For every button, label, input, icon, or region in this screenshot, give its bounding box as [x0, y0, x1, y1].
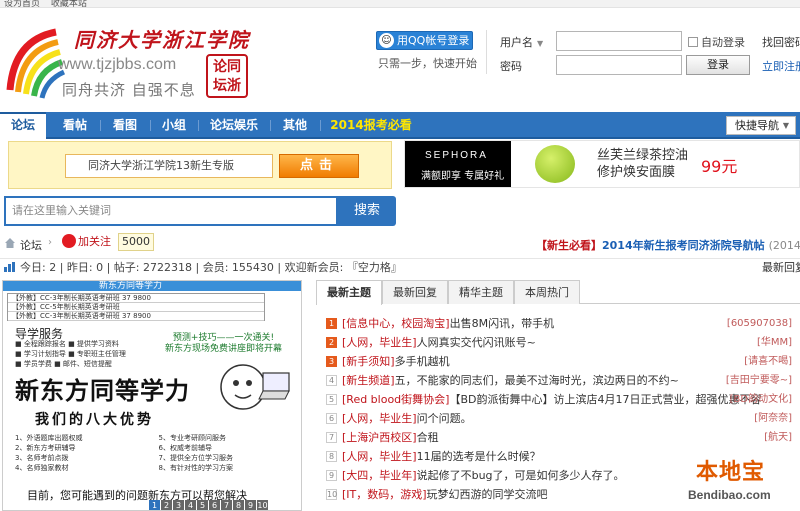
list-item[interactable]: 5 [Red blood街舞协会]【BD韵派街舞中心】访上滨店4月17日正式营业… [322, 390, 800, 409]
password-input[interactable] [556, 55, 682, 75]
slide-page-2[interactable]: 2 [161, 500, 172, 510]
qq-penguin-icon: ☺ [379, 33, 394, 48]
latest-replies-link[interactable]: 最新回复 [762, 259, 800, 276]
nav-item-threads[interactable]: 看帖 [52, 112, 98, 139]
username-input[interactable] [556, 31, 682, 51]
forum-seal-stamp: 论同 坛浙 [206, 54, 248, 98]
sephora-ad-banner[interactable]: SEPHORA 满额即享 专属好礼 丝芙兰绿茶控油修护焕安面膜 99元 [404, 140, 800, 188]
add-favorite-link[interactable]: 收藏本站 [51, 0, 87, 7]
set-homepage-link[interactable]: 设为首页 [4, 0, 40, 7]
slide-page-10[interactable]: 10 [257, 500, 268, 510]
login-divider [486, 30, 487, 74]
auto-login-checkbox[interactable]: 自动登录 [688, 34, 745, 50]
list-item[interactable]: 2 [人网，毕业生]人网真实交代闪讯账号~ [华MM] [322, 333, 800, 352]
nav-item-admission-guide[interactable]: 2014报考必看 [324, 112, 418, 139]
slide-pager: 1 2 3 4 5 6 7 8 9 10 [149, 497, 269, 510]
tab-digest-threads[interactable]: 精华主题 [448, 280, 514, 304]
ad-slideshow[interactable]: 新东方同等学力 【外教】CC-3年制长期英语考研班 37 9800 【外教】CC… [2, 280, 302, 511]
follow-count-badge: 5000 [118, 233, 154, 251]
password-label: 密码 [500, 60, 522, 73]
tab-weekly-hot[interactable]: 本周热门 [514, 280, 580, 304]
chevron-down-icon: ▼ [537, 39, 544, 48]
login-button[interactable]: 登录 [686, 55, 750, 75]
stats-posts: 帖子: 2722318 [113, 261, 193, 274]
top-utility-bar: 设为首页 收藏本站 [0, 0, 800, 8]
list-item[interactable]: 7 [上海沪西校区]合租 [航天] [322, 428, 800, 447]
ad-price: 99元 [701, 157, 738, 176]
list-item[interactable]: 3 [新手须知]多手机越机 [请喜不喝] [322, 352, 800, 371]
slide-advantage-title: 我们的八大优势 [35, 412, 154, 428]
tab-latest-replies[interactable]: 最新回复 [382, 280, 448, 304]
slide-page-5[interactable]: 5 [197, 500, 208, 510]
username-label-dropdown[interactable]: 用户名 ▼ [500, 34, 543, 50]
ad-product-text: 丝芙兰绿茶控油修护焕安面膜 [597, 148, 689, 180]
site-title: 同济大学浙江学院 [74, 28, 250, 52]
slide-page-4[interactable]: 4 [185, 500, 196, 510]
find-password-link[interactable]: 找回密码 [762, 34, 800, 50]
slide-promo: 预测+技巧——一次通关! 新东方现场免费讲座即将开幕 [165, 333, 283, 354]
thread-tabs: 最新主题 最新回复 精华主题 本周热门 [316, 280, 800, 305]
chevron-down-icon: ▼ [782, 121, 789, 130]
home-icon[interactable] [4, 237, 16, 249]
nav-item-entertainment[interactable]: 论坛娱乐 [200, 112, 268, 139]
quick-nav-dropdown[interactable]: 快捷导航 ▼ [726, 116, 796, 135]
cartoon-mascot-icon [220, 364, 290, 410]
slide-course-table: 【外教】CC-3年制长期英语考研班 37 9800 【外教】CC-5年制长期英语… [7, 293, 265, 321]
site-url: www.tjzjbbs.com [58, 56, 177, 73]
freshman-banner-button[interactable]: 点击 [279, 154, 359, 178]
site-logo[interactable]: 同济大学浙江学院 www.tjzjbbs.com 同舟共济 自强不息 论同 坛浙 [4, 16, 254, 106]
slide-page-9[interactable]: 9 [245, 500, 256, 510]
stats-today: 今日: 2 [20, 261, 57, 274]
list-item[interactable]: 4 [新生频道]五，不能家的同志们，最美不过海时光，滨边两日的不约~ [吉田宁要… [322, 371, 800, 390]
weibo-icon [62, 234, 76, 248]
breadcrumb-arrow-icon: › [48, 237, 52, 248]
slide-advantages: 1、外语题库出题权威 2、新东方考研辅导 3、名师考前点拨 4、名师独家教材 5… [15, 434, 233, 472]
tab-latest-threads[interactable]: 最新主题 [316, 280, 382, 305]
nav-item-forum[interactable]: 论坛 [0, 112, 46, 139]
slide-big-title: 新东方同等学力 [15, 376, 190, 405]
list-item[interactable]: 6 [人网，毕业生]问个问题。 [阿奈奈] [322, 409, 800, 428]
freshman-banner-text: 同济大学浙江学院13新生专版 [65, 154, 273, 178]
stats-welcome: 欢迎新会员: 『空力格』 [284, 261, 402, 274]
stats-chart-icon [4, 262, 15, 272]
forum-stats-bar: 今日: 2 | 昨日: 0 | 帖子: 2722318 | 会员: 155430… [0, 258, 800, 276]
slide-page-1[interactable]: 1 [149, 500, 160, 510]
list-item[interactable]: 1 [信息中心，校园淘宝]出售8M闪讯，带手机 [605907038] [322, 314, 800, 333]
sephora-logo: SEPHORA 满额即享 专属好礼 [405, 141, 511, 187]
search-input[interactable]: 请在这里输入关键词 [4, 196, 338, 226]
one-step-hint: 只需一步，快速开始 [378, 57, 477, 70]
nav-item-groups[interactable]: 小组 [152, 112, 196, 139]
nav-item-other[interactable]: 其他 [272, 112, 318, 139]
slide-page-8[interactable]: 8 [233, 500, 244, 510]
slide-services: ■ 全程跟踪报名 ■ 提供学习资料 ■ 学习计划指导 ■ 专职班主任管理 ■ 学… [15, 340, 126, 368]
weibo-follow-button[interactable]: 加关注 [62, 233, 111, 251]
slide-header: 新东方同等学力 [3, 281, 301, 291]
stats-members: 会员: 155430 [202, 261, 274, 274]
nav-item-pictures[interactable]: 看图 [102, 112, 148, 139]
slide-page-7[interactable]: 7 [221, 500, 232, 510]
checkbox-icon [688, 37, 698, 47]
qq-login-button[interactable]: ☺ 用QQ帐号登录 [376, 31, 473, 50]
site-slogan: 同舟共济 自强不息 [62, 81, 196, 99]
green-tea-product-icon [535, 145, 575, 183]
slide-page-6[interactable]: 6 [209, 500, 220, 510]
breadcrumb-forum[interactable]: 论坛 [20, 237, 42, 253]
main-nav: 论坛 看帖 看图 小组 论坛娱乐 其他 2014报考必看 快捷导航 ▼ [0, 112, 800, 139]
bendibao-watermark: 本地宝 Bendibao.com [688, 460, 771, 502]
slide-page-3[interactable]: 3 [173, 500, 184, 510]
freshman-banner[interactable]: 同济大学浙江学院13新生专版 点击 [8, 141, 392, 189]
search-button[interactable]: 搜索 [338, 196, 396, 226]
top-notice-link[interactable]: 【新生必看】2014年新生报考同济浙院导航帖(2014-6-10) [536, 237, 800, 253]
register-link[interactable]: 立即注册 [762, 58, 800, 74]
stats-yesterday: 昨日: 0 [66, 261, 104, 274]
